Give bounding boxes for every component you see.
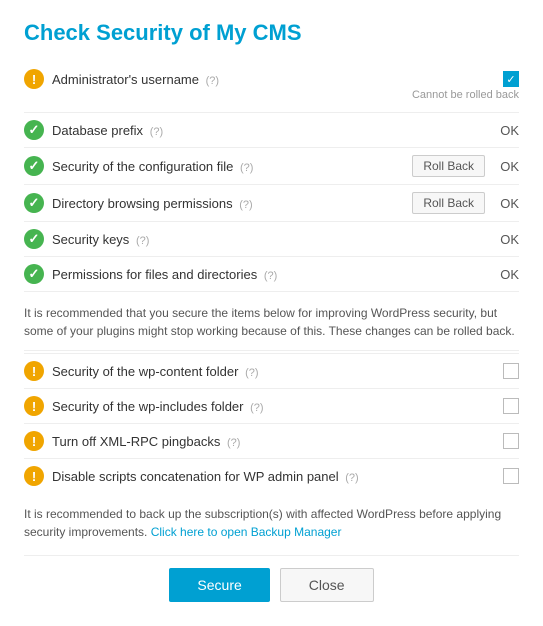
- rollback-button-config[interactable]: Roll Back: [412, 155, 485, 177]
- item-row-wp-content: ! Security of the wp-content folder (?): [24, 354, 519, 389]
- page-title: Check Security of My CMS: [24, 20, 519, 46]
- optional-items-section: ! Security of the wp-content folder (?) …: [24, 353, 519, 493]
- admin-checkbox[interactable]: [503, 71, 519, 87]
- checkbox-wp-content[interactable]: [503, 363, 519, 379]
- status-db: OK: [499, 123, 519, 138]
- cannot-rollback-text: Cannot be rolled back: [24, 89, 519, 105]
- item-row-admin-username: ! Administrator's username (?) Cannot be…: [24, 62, 519, 113]
- secure-button[interactable]: Secure: [169, 568, 269, 602]
- item-label-wp-content: Security of the wp-content folder (?): [52, 364, 503, 379]
- item-row-db-prefix: ✓ Database prefix (?) OK: [24, 113, 519, 148]
- rollback-button-dir[interactable]: Roll Back: [412, 192, 485, 214]
- checkbox-scripts[interactable]: [503, 468, 519, 484]
- warn-icon-wp-includes: !: [24, 396, 44, 416]
- checkbox-wp-includes[interactable]: [503, 398, 519, 414]
- ok-icon-db: ✓: [24, 120, 44, 140]
- item-label-admin: Administrator's username (?): [52, 72, 503, 87]
- bottom-text: It is recommended to back up the subscri…: [24, 493, 519, 555]
- item-row-wp-includes: ! Security of the wp-includes folder (?): [24, 389, 519, 424]
- status-permissions: OK: [499, 267, 519, 282]
- item-row-dir-browsing: ✓ Directory browsing permissions (?) Rol…: [24, 185, 519, 222]
- status-dir: OK: [499, 196, 519, 211]
- ok-icon-permissions: ✓: [24, 264, 44, 284]
- item-label-config: Security of the configuration file (?): [52, 159, 412, 174]
- main-container: Check Security of My CMS ! Administrator…: [0, 0, 543, 626]
- item-label-db: Database prefix (?): [52, 123, 491, 138]
- warn-icon-xml-rpc: !: [24, 431, 44, 451]
- item-label-xml-rpc: Turn off XML-RPC pingbacks (?): [52, 434, 503, 449]
- item-label-scripts: Disable scripts concatenation for WP adm…: [52, 469, 503, 484]
- status-keys: OK: [499, 232, 519, 247]
- item-label-permissions: Permissions for files and directories (?…: [52, 267, 491, 282]
- warn-icon-wp-content: !: [24, 361, 44, 381]
- footer-buttons: Secure Close: [24, 555, 519, 610]
- item-row-file-permissions: ✓ Permissions for files and directories …: [24, 257, 519, 292]
- item-label-dir: Directory browsing permissions (?): [52, 196, 412, 211]
- status-config: OK: [499, 159, 519, 174]
- warn-icon-admin: !: [24, 69, 44, 89]
- item-label-wp-includes: Security of the wp-includes folder (?): [52, 399, 503, 414]
- ok-icon-config: ✓: [24, 156, 44, 176]
- item-row-scripts-concat: ! Disable scripts concatenation for WP a…: [24, 459, 519, 493]
- close-button[interactable]: Close: [280, 568, 374, 602]
- item-label-keys: Security keys (?): [52, 232, 491, 247]
- ok-icon-keys: ✓: [24, 229, 44, 249]
- warn-icon-scripts: !: [24, 466, 44, 486]
- backup-manager-link[interactable]: Click here to open Backup Manager: [151, 525, 342, 539]
- info-text: It is recommended that you secure the it…: [24, 292, 519, 351]
- item-row-xml-rpc: ! Turn off XML-RPC pingbacks (?): [24, 424, 519, 459]
- ok-icon-dir: ✓: [24, 193, 44, 213]
- item-row-security-keys: ✓ Security keys (?) OK: [24, 222, 519, 257]
- item-row-config-file: ✓ Security of the configuration file (?)…: [24, 148, 519, 185]
- checkbox-xml-rpc[interactable]: [503, 433, 519, 449]
